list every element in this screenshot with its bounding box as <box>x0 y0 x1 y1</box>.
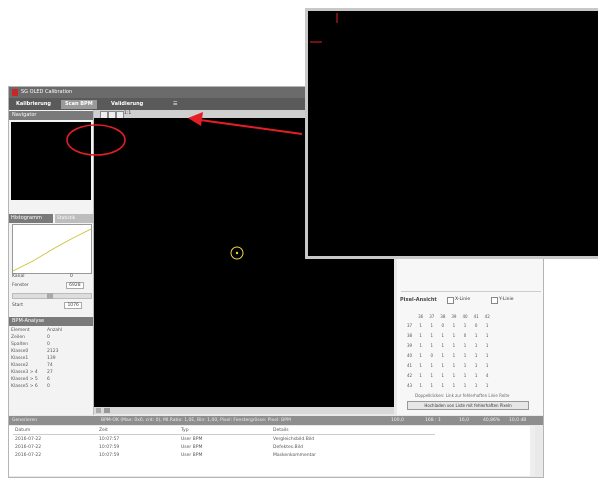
annotation-arrow-line <box>199 119 303 135</box>
annotation-arrow-head <box>188 112 203 126</box>
annotation-circle <box>66 124 126 156</box>
annotation-layer <box>66 112 303 156</box>
